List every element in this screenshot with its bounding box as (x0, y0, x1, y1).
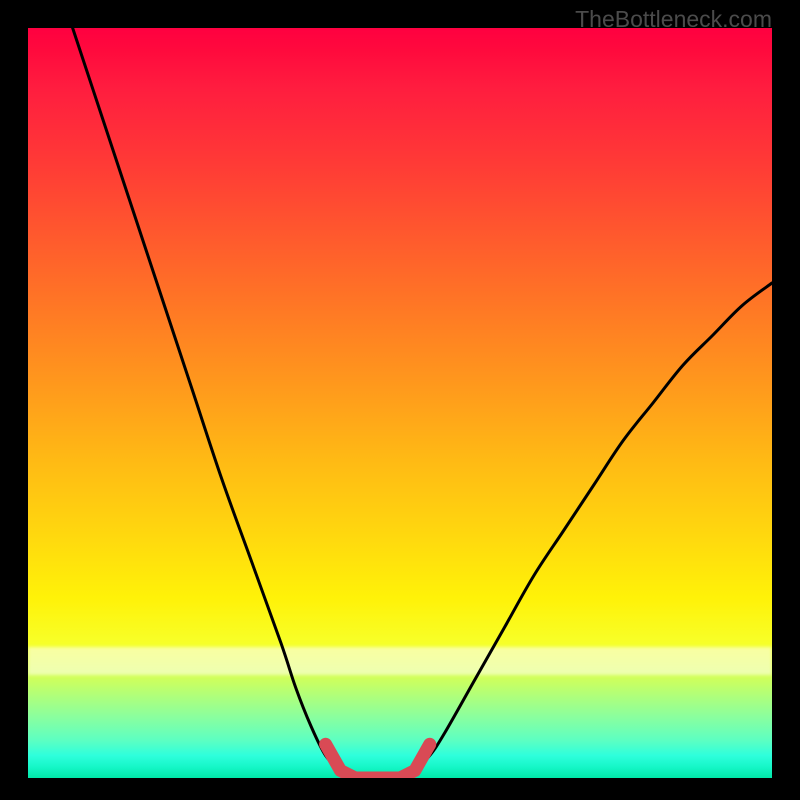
curves-layer (28, 28, 772, 778)
chart-frame: TheBottleneck.com (0, 0, 800, 800)
plot-area (28, 28, 772, 778)
highlight-bracket (326, 744, 430, 778)
left-curve (73, 28, 341, 771)
right-curve (415, 283, 772, 771)
